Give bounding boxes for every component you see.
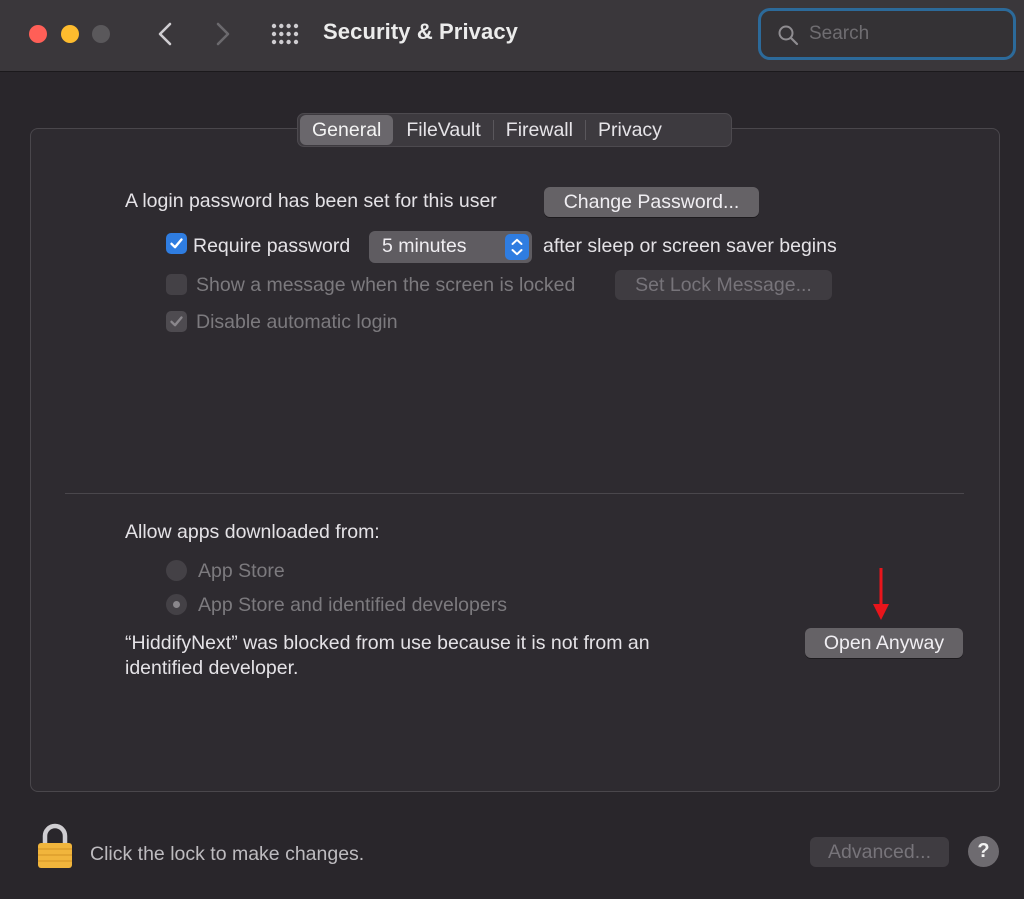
after-sleep-text: after sleep or screen saver begins	[543, 235, 837, 257]
show-all-grid-icon[interactable]	[270, 22, 300, 46]
set-lock-message-button[interactable]: Set Lock Message...	[615, 270, 832, 300]
require-password-checkbox[interactable]	[166, 233, 187, 254]
chevron-up-down-icon	[511, 238, 523, 256]
login-password-text: A login password has been set for this u…	[125, 190, 497, 212]
title-bar: Security & Privacy	[0, 0, 1024, 72]
allow-apps-heading: Allow apps downloaded from:	[125, 521, 380, 543]
tab-privacy[interactable]: Privacy	[586, 115, 674, 145]
search-input[interactable]	[809, 20, 999, 48]
radio-identified-developers[interactable]	[166, 594, 187, 615]
tab-firewall[interactable]: Firewall	[494, 115, 585, 145]
lock-hint-text: Click the lock to make changes.	[90, 843, 365, 865]
close-window-button[interactable]	[29, 25, 47, 43]
radio-selected-dot	[173, 601, 180, 608]
back-arrow-icon[interactable]	[150, 18, 180, 50]
show-message-checkbox[interactable]	[166, 274, 187, 295]
radio-app-store[interactable]	[166, 560, 187, 581]
red-arrow-annotation-icon	[873, 568, 889, 620]
checkmark-icon	[170, 238, 183, 249]
radio-identified-developers-label: App Store and identified developers	[198, 594, 507, 616]
tab-bar: General FileVault Firewall Privacy	[297, 113, 732, 147]
window-title: Security & Privacy	[323, 19, 519, 44]
tab-general[interactable]: General	[300, 115, 394, 145]
select-stepper	[505, 234, 529, 260]
change-password-button[interactable]: Change Password...	[544, 187, 759, 217]
show-message-label: Show a message when the screen is locked	[196, 274, 576, 296]
search-field[interactable]	[758, 8, 1016, 60]
blocked-app-message-line2: identified developer.	[125, 657, 299, 679]
search-icon	[778, 25, 799, 46]
help-button[interactable]: ?	[968, 836, 999, 867]
open-anyway-button[interactable]: Open Anyway	[805, 628, 963, 658]
require-password-label: Require password	[193, 235, 351, 257]
blocked-app-message-line1: “HiddifyNext” was blocked from use becau…	[125, 632, 650, 654]
minimize-window-button[interactable]	[61, 25, 79, 43]
tab-filevault[interactable]: FileVault	[394, 115, 492, 145]
disable-auto-login-checkbox[interactable]	[166, 311, 187, 332]
checkmark-icon	[170, 316, 183, 327]
radio-app-store-label: App Store	[198, 560, 285, 582]
disable-auto-login-label: Disable automatic login	[196, 311, 398, 333]
zoom-window-button[interactable]	[92, 25, 110, 43]
advanced-button[interactable]: Advanced...	[810, 837, 949, 867]
select-value: 5 minutes	[382, 235, 467, 257]
forward-arrow-icon[interactable]	[208, 18, 238, 50]
section-divider	[65, 493, 964, 494]
lock-icon[interactable]	[36, 823, 74, 869]
require-password-delay-select[interactable]: 5 minutes	[369, 231, 532, 263]
content-panel	[30, 128, 1000, 792]
